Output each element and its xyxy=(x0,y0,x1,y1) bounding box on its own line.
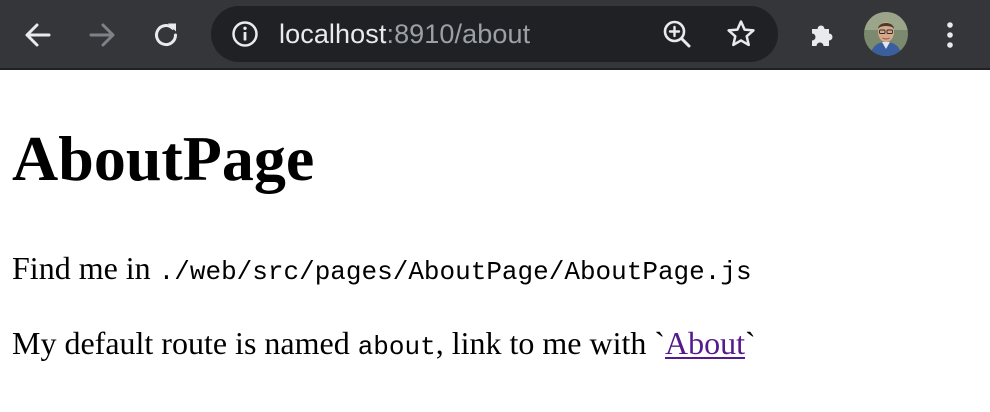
reload-button[interactable] xyxy=(144,13,188,57)
file-location-text: Find me in xyxy=(12,250,159,286)
info-circle-icon[interactable] xyxy=(231,20,259,48)
puzzle-piece-icon xyxy=(812,25,833,46)
back-button[interactable] xyxy=(16,13,60,57)
page-content: AboutPage Find me in ./web/src/pages/Abo… xyxy=(0,72,990,412)
route-text-after: ` xyxy=(745,325,756,361)
forward-button[interactable] xyxy=(80,13,124,57)
zoom-in-icon[interactable] xyxy=(661,18,693,50)
star-outline-icon[interactable] xyxy=(725,18,757,50)
file-path-code: ./web/src/pages/AboutPage/AboutPage.js xyxy=(158,257,752,287)
arrow-left-icon xyxy=(25,23,51,47)
route-text-before: My default route is named xyxy=(12,325,358,361)
profile-avatar[interactable] xyxy=(864,12,908,56)
route-text-middle: , link to me with ` xyxy=(435,325,666,361)
browser-toolbar: localhost:8910/about xyxy=(0,0,990,70)
profile-photo-icon xyxy=(864,12,908,56)
route-name-code: about xyxy=(357,332,436,362)
browser-menu-button[interactable] xyxy=(928,13,972,57)
arrow-right-icon xyxy=(89,23,115,47)
about-link[interactable]: About xyxy=(665,325,745,361)
reload-icon xyxy=(155,23,178,47)
address-url[interactable]: localhost:8910/about xyxy=(279,6,530,62)
kebab-menu-icon xyxy=(947,22,953,48)
address-bar[interactable]: localhost:8910/about xyxy=(211,6,778,62)
file-location-paragraph: Find me in ./web/src/pages/AboutPage/Abo… xyxy=(12,248,752,292)
extensions-button[interactable] xyxy=(800,13,844,57)
route-paragraph: My default route is named about, link to… xyxy=(12,323,756,367)
address-host: localhost xyxy=(279,19,387,49)
page-title: AboutPage xyxy=(12,123,315,194)
address-path: :8910/about xyxy=(386,19,531,49)
